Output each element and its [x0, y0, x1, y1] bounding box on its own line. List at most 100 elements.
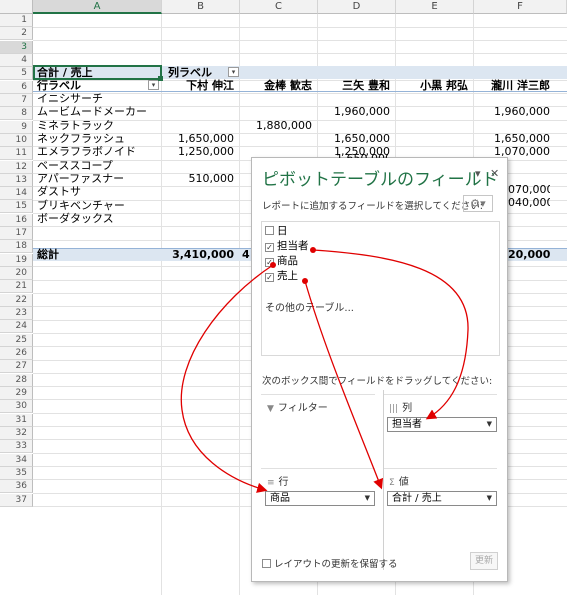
- row-header[interactable]: 23: [0, 307, 33, 321]
- field-item-date[interactable]: 日: [265, 224, 288, 238]
- row-header[interactable]: 19: [0, 253, 33, 267]
- pivot-value-cell[interactable]: 1,650,000: [314, 132, 390, 145]
- update-button[interactable]: 更新: [470, 552, 498, 570]
- row-header[interactable]: 32: [0, 426, 33, 440]
- pivot-row-label[interactable]: ブリキベンチャー: [37, 199, 125, 212]
- pivot-cell-fragment[interactable]: 040,000: [508, 196, 550, 209]
- row-header[interactable]: 15: [0, 200, 33, 214]
- pivot-cell-fragment[interactable]: 070,000: [508, 183, 550, 196]
- select-all-corner[interactable]: [0, 0, 33, 14]
- pivot-column-labels-caption[interactable]: 列ラベル: [168, 66, 212, 79]
- column-header-a[interactable]: A: [33, 0, 162, 14]
- field-item-product[interactable]: ✓ 商品: [265, 254, 298, 268]
- row-header[interactable]: 27: [0, 360, 33, 374]
- values-area[interactable]: Σ値 合計 / 売上 ▼: [383, 468, 497, 556]
- pivot-cell-fragment[interactable]: 1,650,000: [336, 153, 388, 158]
- row-header[interactable]: 11: [0, 147, 33, 161]
- pivot-value-cell[interactable]: 1,650,000: [470, 132, 550, 145]
- pivot-value-cell[interactable]: 1,960,000: [314, 105, 390, 118]
- pivot-row-label[interactable]: アパーファスナー: [37, 172, 124, 185]
- pivot-row-label[interactable]: ダストサ: [37, 185, 81, 198]
- row-header[interactable]: 13: [0, 173, 33, 187]
- column-header-b[interactable]: B: [162, 0, 240, 14]
- pivot-value-cell[interactable]: 1,250,000: [160, 145, 234, 158]
- field-item-person[interactable]: ✓ 担当者: [265, 239, 309, 253]
- row-header[interactable]: 34: [0, 453, 33, 467]
- checkbox-icon[interactable]: ✓: [265, 243, 274, 252]
- field-list[interactable]: 日 ✓ 担当者 ✓ 商品 ✓ 売上 その他のテーブル...: [261, 221, 500, 356]
- pivot-row-label[interactable]: ミネラトラック: [37, 119, 114, 132]
- defer-update-option[interactable]: レイアウトの更新を保留する: [262, 556, 398, 570]
- values-field-dropdown[interactable]: 合計 / 売上 ▼: [387, 491, 497, 506]
- tools-button[interactable]: ⚙▾: [463, 195, 493, 212]
- row-header[interactable]: 1: [0, 14, 33, 27]
- grand-total-value[interactable]: 4: [242, 248, 250, 261]
- row-header[interactable]: 28: [0, 373, 33, 387]
- row-header[interactable]: 8: [0, 107, 33, 121]
- pivot-value-cell[interactable]: 1,650,000: [160, 132, 234, 145]
- row-header[interactable]: 17: [0, 227, 33, 241]
- pivot-row-label[interactable]: イニシサーチ: [37, 92, 103, 105]
- grand-total-label[interactable]: 総計: [37, 248, 59, 261]
- row-header[interactable]: 29: [0, 386, 33, 400]
- row-header[interactable]: 35: [0, 466, 33, 480]
- row-header[interactable]: 33: [0, 440, 33, 454]
- row-header[interactable]: 9: [0, 120, 33, 134]
- row-header[interactable]: 37: [0, 493, 33, 507]
- pane-menu-dropdown-icon[interactable]: ▾: [475, 167, 481, 180]
- person-header[interactable]: 下村 伸江: [160, 79, 234, 92]
- grand-total-fragment[interactable]: 20,000: [508, 248, 550, 261]
- row-header[interactable]: 3: [0, 40, 33, 54]
- row-header[interactable]: 4: [0, 53, 33, 67]
- checkbox-icon[interactable]: ✓: [265, 258, 274, 267]
- pivot-row-label[interactable]: ベーススコープ: [37, 159, 113, 172]
- checkbox-icon[interactable]: [262, 559, 271, 568]
- person-header[interactable]: 小黒 邦弘: [392, 79, 468, 92]
- pivot-value-cell[interactable]: 1,960,000: [470, 105, 550, 118]
- row-header[interactable]: 5: [0, 67, 33, 81]
- checkbox-icon[interactable]: ✓: [265, 273, 274, 282]
- row-header[interactable]: 25: [0, 333, 33, 347]
- row-header[interactable]: 21: [0, 280, 33, 294]
- row-header[interactable]: 24: [0, 320, 33, 334]
- row-header[interactable]: 18: [0, 240, 33, 254]
- row-header[interactable]: 31: [0, 413, 33, 427]
- row-header[interactable]: 26: [0, 347, 33, 360]
- pivot-value-cell[interactable]: 510,000: [160, 172, 235, 185]
- row-header[interactable]: 6: [0, 80, 33, 94]
- close-icon[interactable]: ✕: [490, 167, 499, 180]
- pivot-row-label[interactable]: ボーダタックス: [37, 212, 114, 225]
- checkbox-icon[interactable]: [265, 226, 274, 235]
- row-header[interactable]: 30: [0, 400, 33, 414]
- pivot-row-label[interactable]: エメラフラボノイド: [37, 145, 136, 158]
- pivot-row-label[interactable]: ネックフラッシュ: [37, 132, 125, 145]
- column-filter-dropdown[interactable]: ▾: [228, 67, 239, 77]
- row-header[interactable]: 20: [0, 267, 33, 281]
- more-tables-link[interactable]: その他のテーブル...: [265, 299, 354, 314]
- pivot-value-cell[interactable]: 1,880,000: [236, 119, 312, 132]
- rows-field-dropdown[interactable]: 商品 ▼: [265, 491, 375, 506]
- pivot-field-pane[interactable]: ピボットテーブルのフィールド ▾ ✕ レポートに追加するフィールドを選択してくだ…: [251, 157, 508, 582]
- rows-area[interactable]: ≡ 行 商品 ▼: [261, 468, 375, 556]
- row-header[interactable]: 16: [0, 213, 33, 227]
- person-header[interactable]: 金棒 歓志: [236, 79, 312, 92]
- row-header[interactable]: 7: [0, 93, 33, 107]
- row-header[interactable]: 10: [0, 133, 33, 147]
- row-header[interactable]: 12: [0, 160, 33, 174]
- row-header[interactable]: 14: [0, 187, 33, 201]
- columns-field-dropdown[interactable]: 担当者 ▼: [387, 417, 497, 432]
- row-header[interactable]: 36: [0, 480, 33, 494]
- fill-handle[interactable]: [158, 76, 163, 81]
- person-header[interactable]: 三矢 豊和: [314, 79, 390, 92]
- column-header-e[interactable]: E: [396, 0, 474, 14]
- column-header-d[interactable]: D: [318, 0, 396, 14]
- row-filter-dropdown[interactable]: ▾: [148, 80, 159, 90]
- person-header[interactable]: 瀧川 洋三郎: [470, 79, 550, 92]
- row-header[interactable]: 22: [0, 293, 33, 307]
- row-header[interactable]: 2: [0, 27, 33, 41]
- grand-total-value[interactable]: 3,410,000: [160, 248, 234, 261]
- pivot-row-labels-caption[interactable]: 行ラベル: [37, 79, 81, 92]
- column-header-f[interactable]: F: [474, 0, 567, 14]
- field-item-sales[interactable]: ✓ 売上: [265, 269, 298, 283]
- pivot-row-label[interactable]: ムービムードメーカー: [37, 105, 147, 118]
